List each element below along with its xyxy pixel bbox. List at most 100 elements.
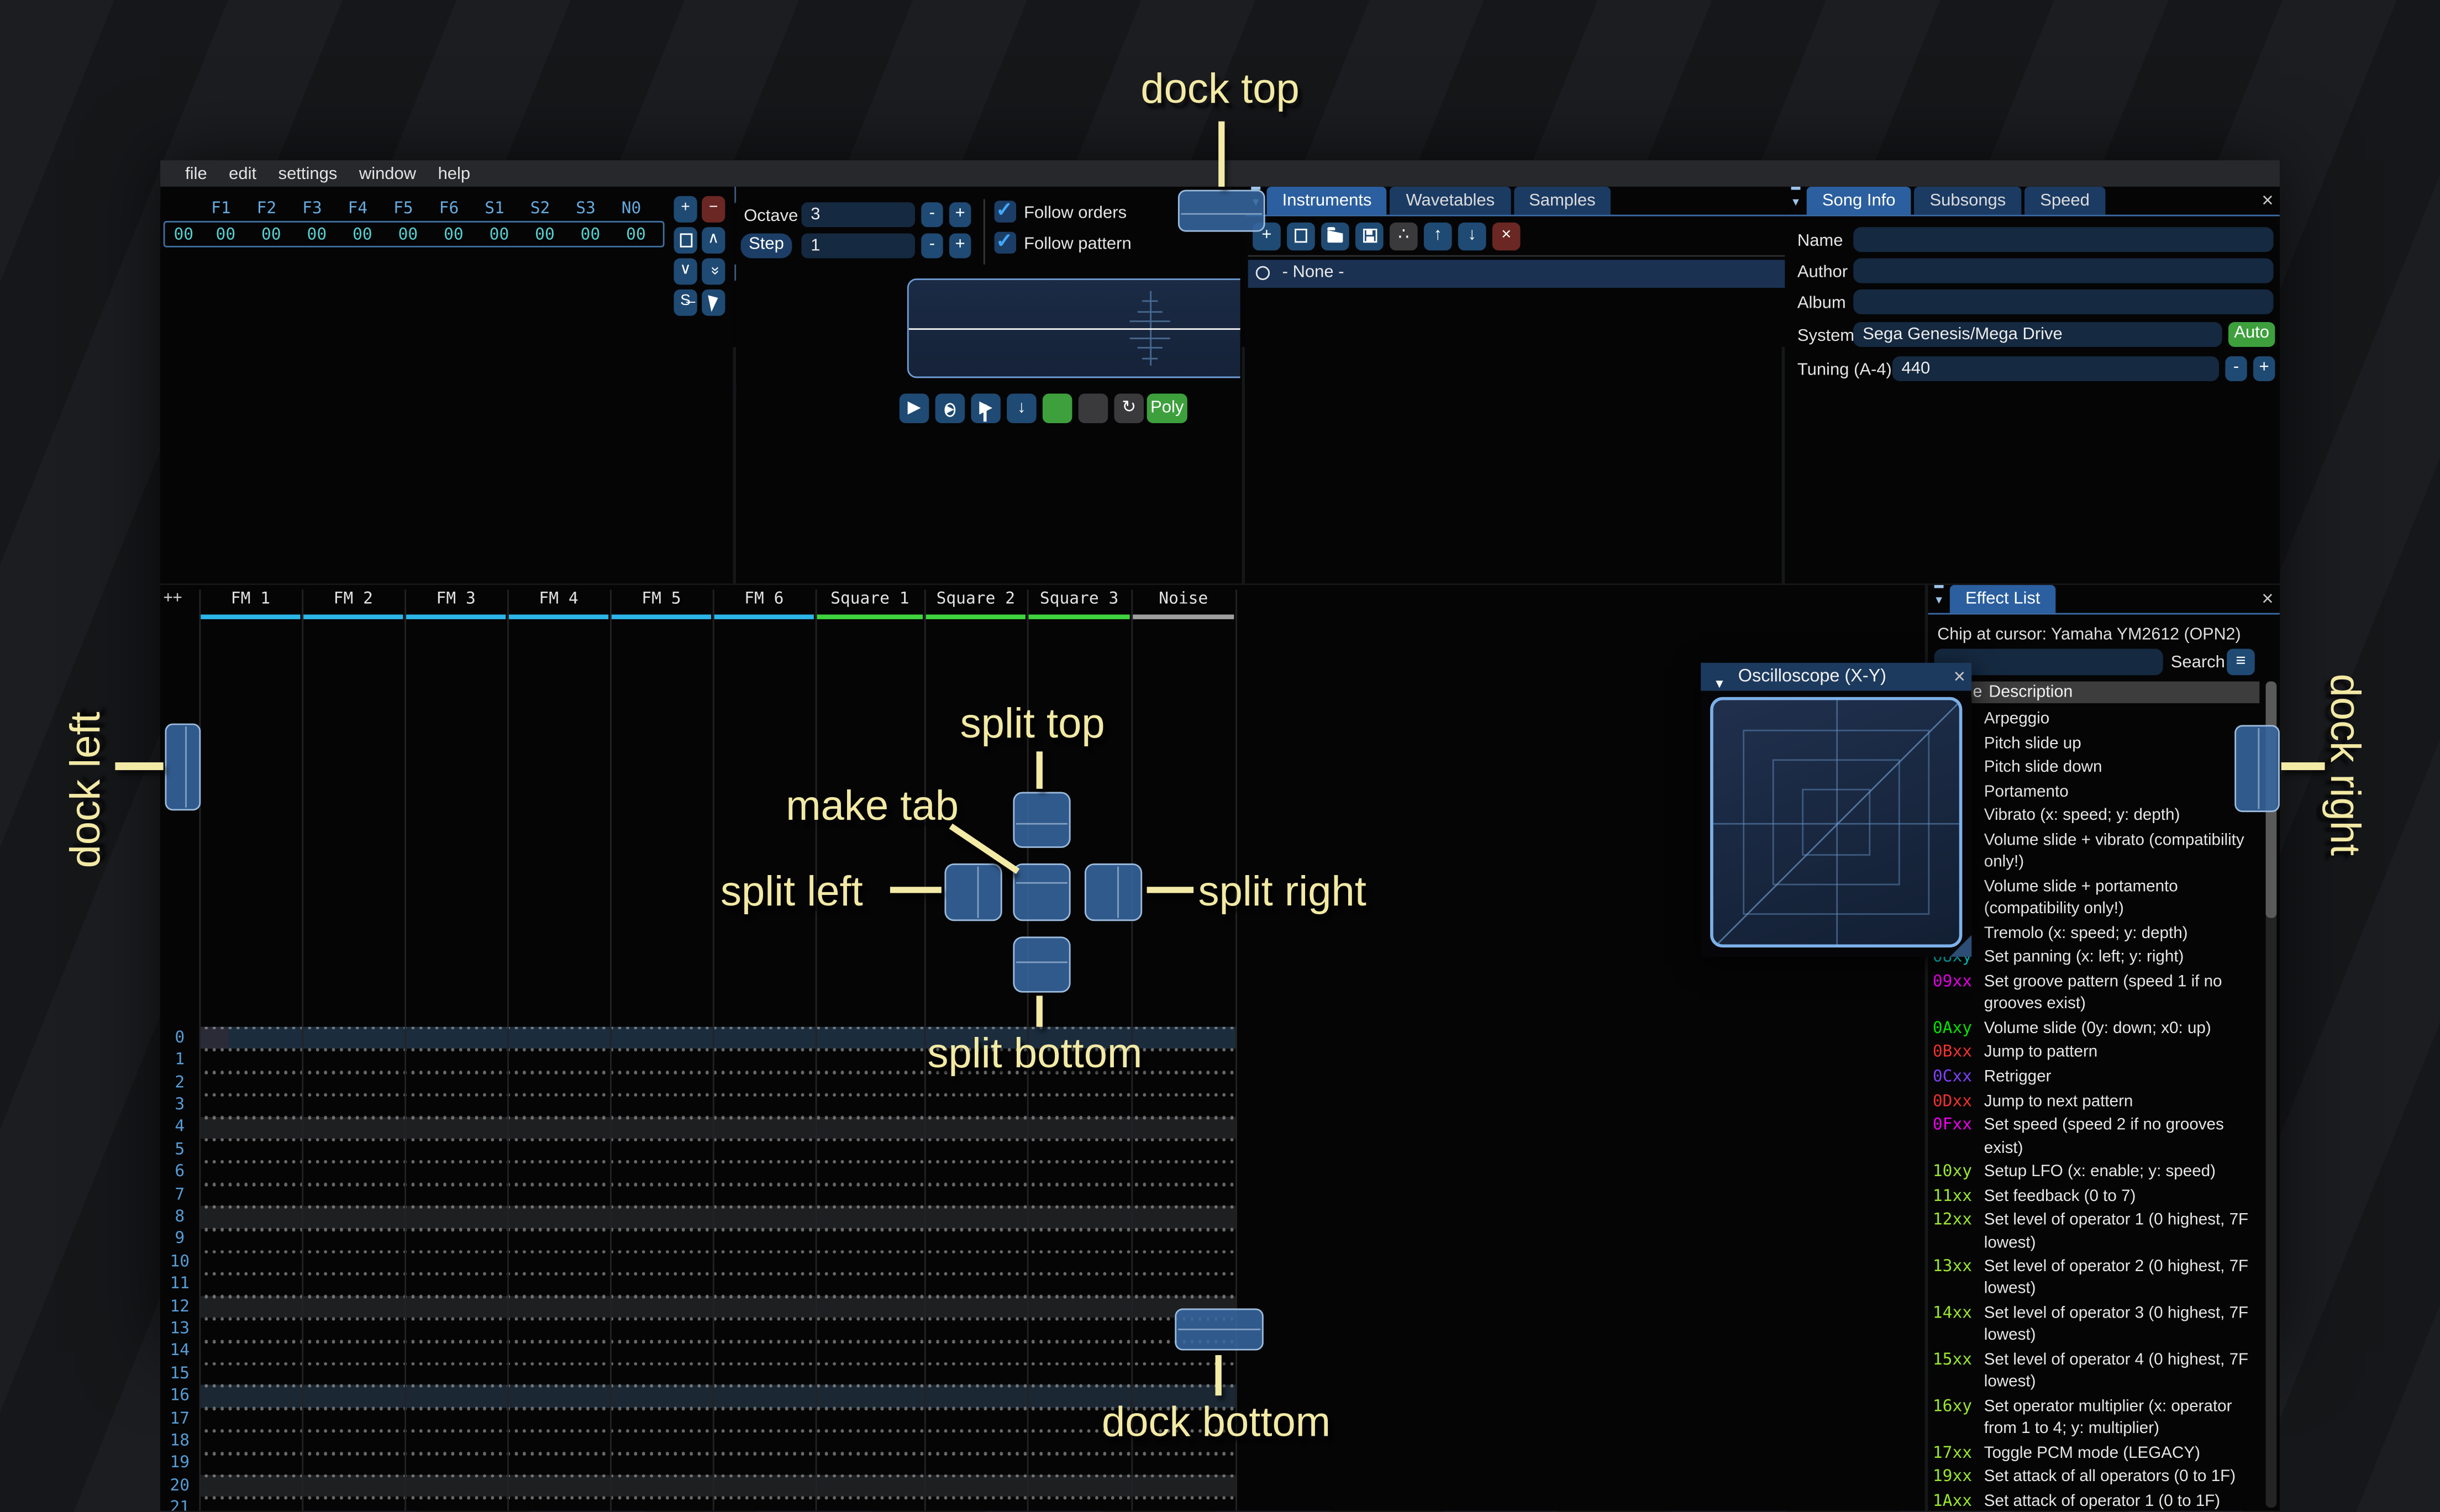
effect-list-item[interactable]: 06xyVolume slide + portamento (compatibi… bbox=[1933, 876, 2266, 920]
deep-clone-order-button[interactable]: S̶ bbox=[674, 289, 697, 316]
effect-list-item[interactable]: 07xyTremolo (x: speed; y: depth) bbox=[1933, 922, 2266, 944]
menu-item-settings[interactable]: settings bbox=[267, 164, 348, 183]
pattern-row[interactable]: 14 bbox=[160, 1340, 1236, 1363]
effect-list-item[interactable]: 15xx Set level of operator 4 (0 highest, … bbox=[1933, 1349, 2266, 1394]
expand-channels-button[interactable]: ++ bbox=[164, 589, 199, 613]
split-target-right[interactable] bbox=[1084, 863, 1143, 921]
step-one-row-button[interactable]: ↓ bbox=[1007, 393, 1037, 424]
follow-orders-checkbox[interactable]: ✓ bbox=[994, 198, 1017, 223]
tab-speed[interactable]: Speed bbox=[2024, 186, 2106, 215]
poly-button[interactable]: Poly bbox=[1147, 393, 1187, 424]
effect-list-item[interactable]: 02xxPitch slide down bbox=[1933, 756, 2266, 778]
record-button[interactable] bbox=[1042, 393, 1072, 424]
orders-row[interactable]: 00 00 00 00 00 00 00 00 00 00 00 bbox=[163, 220, 665, 247]
octave-input[interactable]: 3 bbox=[801, 202, 915, 228]
menu-item-window[interactable]: window bbox=[348, 164, 427, 183]
channel-header-fm-2[interactable]: FM 2 bbox=[302, 589, 404, 619]
dock-target-right[interactable] bbox=[2234, 725, 2280, 813]
effect-list-item[interactable]: 09xx Set groove pattern (speed 1 if no gr… bbox=[1933, 971, 2266, 1015]
effect-list-item[interactable]: 01xxPitch slide up bbox=[1933, 732, 2266, 754]
tab-wavetables[interactable]: Wavetables bbox=[1390, 186, 1511, 215]
channel-header-fm-1[interactable]: FM 1 bbox=[199, 589, 302, 619]
instrument-folders-button[interactable]: ∴ bbox=[1389, 222, 1418, 251]
tuning-increment-button[interactable]: + bbox=[2253, 356, 2275, 381]
order-cell[interactable]: 00 bbox=[476, 225, 522, 244]
make-tab-target[interactable] bbox=[1013, 863, 1071, 921]
effect-list-item[interactable]: 19xx Set attack of all operators (0 to 1F… bbox=[1933, 1466, 2266, 1488]
effect-list-item[interactable]: 13xx Set level of operator 2 (0 highest, … bbox=[1933, 1256, 2266, 1300]
effect-list-item[interactable]: 0Cxx Retrigger bbox=[1933, 1066, 2266, 1088]
save-instrument-button[interactable] bbox=[1355, 222, 1384, 251]
octave-increment-button[interactable]: + bbox=[949, 202, 971, 228]
play-button[interactable]: ▶ bbox=[899, 393, 929, 424]
order-cell[interactable]: 00 bbox=[293, 225, 340, 244]
channel-header-square-3[interactable]: Square 3 bbox=[1027, 589, 1132, 619]
duplicate-order-end-button[interactable]: » bbox=[702, 258, 725, 285]
effect-list-item[interactable]: 08xy Set panning (x: left; y: right) bbox=[1933, 946, 2266, 968]
channel-header-fm-3[interactable]: FM 3 bbox=[404, 589, 507, 619]
album-input[interactable] bbox=[1853, 289, 2274, 314]
step-button[interactable]: Step bbox=[740, 233, 792, 259]
pattern-row[interactable]: 11 bbox=[160, 1273, 1236, 1296]
tab-subsongs[interactable]: Subsongs bbox=[1914, 186, 2022, 215]
move-instrument-up-button[interactable]: ↑ bbox=[1423, 222, 1452, 251]
pattern-row[interactable]: 21 bbox=[160, 1497, 1236, 1511]
channel-header-fm-6[interactable]: FM 6 bbox=[712, 589, 816, 619]
order-cell[interactable]: 00 bbox=[567, 225, 613, 244]
menu-item-edit[interactable]: edit bbox=[218, 164, 267, 183]
effect-list-item[interactable]: 00xyArpeggio bbox=[1933, 708, 2266, 730]
pattern-row[interactable]: 3 bbox=[160, 1094, 1236, 1116]
order-cell[interactable]: 00 bbox=[202, 225, 249, 244]
menu-item-help[interactable]: help bbox=[427, 164, 481, 183]
pattern-row[interactable]: 17 bbox=[160, 1408, 1236, 1430]
effect-list-item[interactable]: 0Axy Volume slide (0y: down; x0: up) bbox=[1933, 1017, 2266, 1039]
split-target-left[interactable] bbox=[944, 863, 1002, 921]
duplicate-order-button[interactable] bbox=[674, 227, 697, 254]
order-cell[interactable]: 00 bbox=[430, 225, 477, 244]
effect-list-item[interactable]: 11xx Set feedback (0 to 7) bbox=[1933, 1185, 2266, 1207]
order-cell[interactable]: 00 bbox=[339, 225, 386, 244]
split-target-bottom[interactable] bbox=[1013, 936, 1071, 993]
tab-list-popup-button[interactable]: ▼ bbox=[1928, 584, 1949, 613]
effect-list-item[interactable]: 16xy Set operator multiplier (x: operator… bbox=[1933, 1395, 2266, 1440]
resize-grip[interactable] bbox=[1949, 935, 1972, 957]
pattern-row[interactable]: 9 bbox=[160, 1228, 1236, 1251]
tab-list-popup-button[interactable]: ▼ bbox=[1785, 186, 1806, 215]
effect-list-options-button[interactable]: ≡ bbox=[2227, 649, 2255, 676]
order-cell[interactable]: 00 bbox=[248, 225, 295, 244]
name-input[interactable] bbox=[1853, 227, 2274, 252]
channel-header-fm-4[interactable]: FM 4 bbox=[507, 589, 610, 619]
effect-list-item[interactable]: 03xxPortamento bbox=[1933, 781, 2266, 803]
effect-list-item[interactable]: 0Bxx Jump to pattern bbox=[1933, 1041, 2266, 1063]
delete-instrument-button[interactable]: × bbox=[1492, 222, 1521, 251]
pattern-row[interactable]: 6 bbox=[160, 1161, 1236, 1184]
order-cell[interactable]: 00 bbox=[385, 225, 431, 244]
repeat-pattern-button[interactable]: ↻ bbox=[1114, 393, 1144, 424]
pattern-row[interactable]: 12 bbox=[160, 1295, 1236, 1318]
tab-effect-list[interactable]: Effect List bbox=[1949, 584, 2056, 613]
open-instrument-button[interactable] bbox=[1321, 222, 1349, 251]
tab-song-info[interactable]: Song Info bbox=[1806, 186, 1911, 215]
close-icon[interactable]: × bbox=[2262, 587, 2273, 610]
pattern-row[interactable]: 7 bbox=[160, 1183, 1236, 1207]
metronome-button[interactable] bbox=[1078, 393, 1108, 424]
pattern-row[interactable]: 4 bbox=[160, 1116, 1236, 1139]
oscilloscope-xy-window[interactable]: ▼ Oscilloscope (X-Y) × bbox=[1701, 662, 1972, 957]
system-input[interactable]: Sega Genesis/Mega Drive bbox=[1853, 322, 2222, 347]
dock-target-top[interactable] bbox=[1177, 189, 1265, 232]
step-input[interactable]: 1 bbox=[801, 233, 915, 259]
duplicate-instrument-button[interactable] bbox=[1287, 222, 1315, 251]
order-cell[interactable]: 00 bbox=[522, 225, 568, 244]
effect-list-item[interactable]: 1Axx Set attack of operator 1 (0 to 1F) bbox=[1933, 1490, 2266, 1511]
effect-list-item[interactable]: 10xy Setup LFO (x: enable; y: speed) bbox=[1933, 1161, 2266, 1183]
effect-list-item[interactable]: 0Dxx Jump to next pattern bbox=[1933, 1090, 2266, 1112]
effect-list-item[interactable]: 0Fxx Set speed (speed 2 if no grooves exi… bbox=[1933, 1114, 2266, 1159]
play-pattern-button[interactable]: ▶ bbox=[935, 393, 965, 424]
tuning-decrement-button[interactable]: - bbox=[2225, 356, 2247, 381]
author-input[interactable] bbox=[1853, 258, 2274, 283]
step-decrement-button[interactable]: - bbox=[921, 233, 943, 259]
pattern-row[interactable]: 20 bbox=[160, 1474, 1236, 1498]
pattern-row[interactable]: 16 bbox=[160, 1385, 1236, 1408]
oscilloscope-xy-titlebar[interactable]: ▼ Oscilloscope (X-Y) bbox=[1701, 662, 1972, 691]
octave-decrement-button[interactable]: - bbox=[921, 202, 943, 228]
